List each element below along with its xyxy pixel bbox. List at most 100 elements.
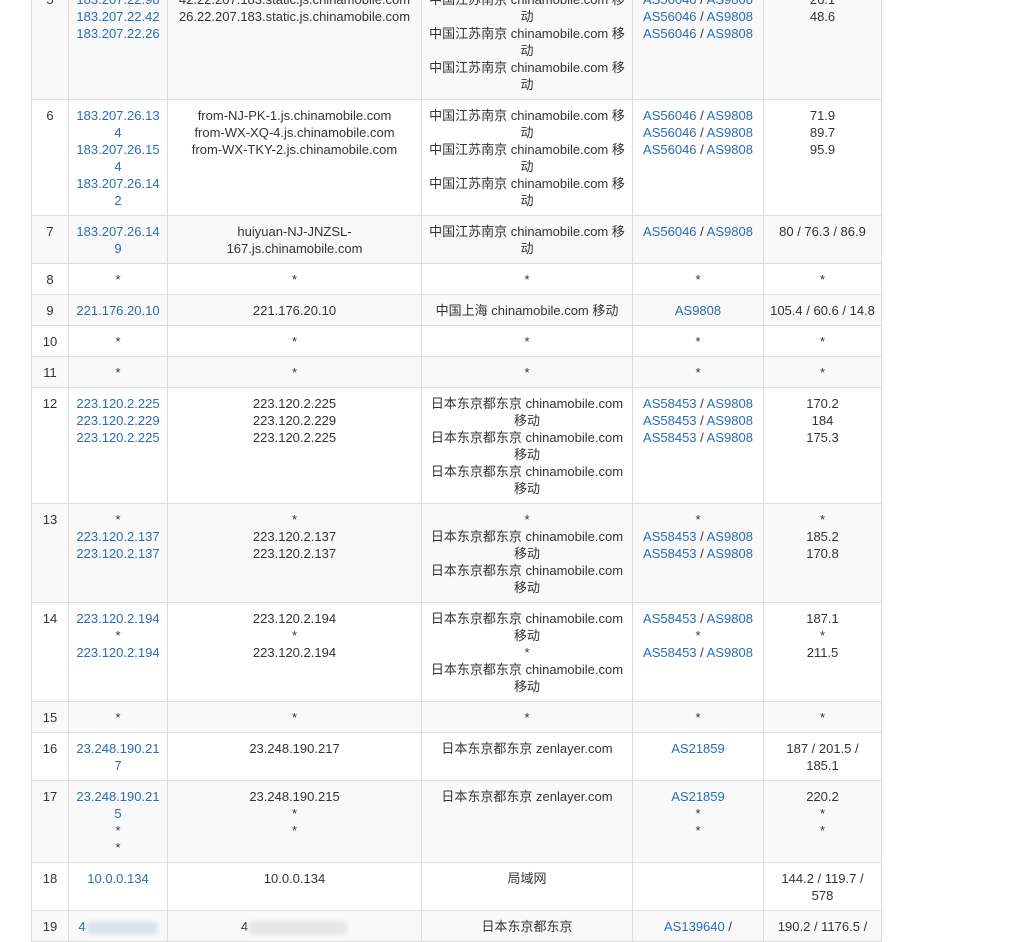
ip-link[interactable]: 221.176.20.10 [76, 303, 159, 318]
table-row: 17 23.248.190.215 * * 23.248.190.215 * * 日本东京都东… [31, 780, 882, 863]
as-link[interactable]: AS9808 [707, 413, 753, 428]
as-link[interactable]: AS9808 [707, 396, 753, 411]
hostname-line: huiyuan-NJ-JNZSL-167.js.chinamobile.com [174, 223, 415, 257]
as-link[interactable]: AS58453 [643, 645, 697, 660]
ip-link[interactable]: 183.207.22.42 [76, 9, 159, 24]
as-cell: AS56046 / AS9808AS56046 / AS9808AS56046 … [632, 0, 764, 100]
ip-line: * [75, 839, 161, 856]
as-link[interactable]: AS9808 [707, 0, 753, 7]
as-link[interactable]: AS9808 [675, 303, 721, 318]
as-link[interactable]: AS58453 [643, 396, 697, 411]
as-separator: / [696, 142, 707, 157]
hostname-line: 223.120.2.229 [174, 412, 415, 429]
ip-link[interactable]: 183.207.26.134 [76, 108, 159, 140]
as-link[interactable]: AS9808 [707, 108, 753, 123]
timeout-marker: * [695, 628, 701, 643]
ip-link[interactable]: 183.207.26.149 [76, 224, 159, 256]
hostname-cell: 23.248.190.217 [167, 732, 422, 781]
location-line: 中国江苏南京 chinamobile.com 移动 [429, 176, 625, 208]
as-line: AS21859 [639, 740, 757, 757]
as-link[interactable]: AS9808 [707, 224, 753, 239]
as-link[interactable]: AS58453 [643, 413, 697, 428]
hostname-cell: from-NJ-PK-1.js.chinamobile.com from-WX-X… [167, 99, 422, 216]
ip-link[interactable]: 223.120.2.194 [76, 645, 159, 660]
as-separator: / [696, 108, 707, 123]
as-link[interactable]: AS139640 [664, 919, 725, 934]
ip-line: * [75, 364, 161, 381]
latency-cell: * [763, 325, 882, 357]
table-row: 11 * * * * * [31, 356, 882, 388]
ip-link[interactable]: 4 [78, 919, 85, 934]
hostname-cell: 23.248.190.215 * * [167, 780, 422, 863]
as-cell: AS58453 / AS9808 AS58453 / AS9808 AS58453 … [632, 387, 764, 504]
as-separator: / [697, 0, 707, 7]
as-link[interactable]: AS9808 [707, 529, 753, 544]
latency-line: * [819, 823, 826, 838]
table-row: 16 23.248.190.217 23.248.190.217 日本东京都东京 ze… [31, 732, 882, 781]
as-link[interactable]: AS56046 [643, 142, 697, 157]
hostname: from-WX-TKY-2.js.chinamobile.com [191, 142, 398, 157]
table-row: 9 221.176.20.10 221.176.20.10 中国上海 chinamob… [31, 294, 882, 326]
hop-number: 12 [42, 396, 58, 411]
location-cell: 中国江苏南京 chinamobile.com 移动中国江苏南京 chinamob… [421, 99, 633, 216]
as-cell: AS21859 * * [632, 780, 764, 863]
ip-link[interactable]: 10.0.0.134 [87, 871, 148, 886]
as-separator: / [696, 396, 707, 411]
hop-number-cell: 17 [31, 780, 69, 863]
as-link[interactable]: AS21859 [671, 789, 725, 804]
as-separator: / [696, 430, 707, 445]
as-link[interactable]: AS9808 [707, 430, 753, 445]
as-link[interactable]: AS9808 [707, 9, 753, 24]
as-link[interactable]: AS9808 [707, 611, 753, 626]
ip-link[interactable]: 223.120.2.194 [76, 611, 159, 626]
as-link[interactable]: AS56046 [643, 0, 697, 7]
hop-number-cell: 5 [31, 0, 69, 100]
as-link[interactable]: AS56046 [643, 108, 697, 123]
ip-link[interactable]: 223.120.2.225 [76, 430, 159, 445]
ip-link[interactable]: 223.120.2.137 [76, 546, 159, 561]
ip-link[interactable]: 223.120.2.137 [76, 529, 159, 544]
as-link[interactable]: AS56046 [643, 125, 697, 140]
as-link[interactable]: AS58453 [643, 529, 697, 544]
as-link[interactable]: AS9808 [707, 142, 753, 157]
as-link[interactable]: AS9808 [707, 125, 753, 140]
ip-link[interactable]: 23.248.190.217 [76, 741, 159, 773]
latency-line: * [819, 512, 826, 527]
as-link[interactable]: AS9808 [707, 546, 753, 561]
ip-link[interactable]: 223.120.2.225 [76, 396, 159, 411]
ip-link[interactable]: 183.207.22.98 [76, 0, 159, 7]
hostname-cell: 223.120.2.225 223.120.2.229 223.120.2.225 [167, 387, 422, 504]
ip-link[interactable]: 183.207.26.154 [76, 142, 159, 174]
as-link[interactable]: AS56046 [643, 26, 697, 41]
as-link[interactable]: AS56046 [643, 224, 697, 239]
as-line: * [639, 709, 757, 726]
latency-line: 26.1 [770, 0, 875, 8]
hop-number: 11 [43, 365, 57, 380]
as-separator: / [696, 26, 707, 41]
as-link[interactable]: AS58453 [643, 546, 697, 561]
ip-line: * [75, 627, 161, 644]
as-link[interactable]: AS58453 [643, 430, 697, 445]
ip-link[interactable]: 223.120.2.229 [76, 413, 159, 428]
hop-number-cell: 10 [31, 325, 69, 357]
as-link[interactable]: AS9808 [707, 26, 753, 41]
hop-number-cell: 13 [31, 503, 69, 603]
ip-cell: * [68, 701, 168, 733]
as-line: * [639, 271, 757, 288]
ip-cell: 10.0.0.134 [68, 862, 168, 911]
location-line: 日本东京都东京 chinamobile.com 移动 [430, 430, 624, 462]
timeout-marker: * [695, 806, 701, 821]
location-line: 日本东京都东京 zenlayer.com [441, 789, 613, 804]
hostname-line: * [174, 271, 415, 288]
ip-link[interactable]: 183.207.22.26 [76, 26, 159, 41]
as-link[interactable]: AS56046 [643, 9, 697, 24]
latency-line: * [819, 806, 826, 821]
ip-link[interactable]: 23.248.190.215 [76, 789, 159, 821]
ip-link[interactable]: 183.207.26.142 [76, 176, 159, 208]
as-link[interactable]: AS9808 [707, 645, 753, 660]
as-link[interactable]: AS58453 [643, 611, 697, 626]
ip-line: 183.207.22.98 [75, 0, 161, 8]
latency-cell: 144.2 / 119.7 / 578 [763, 862, 882, 911]
as-separator: / [696, 529, 707, 544]
as-link[interactable]: AS21859 [671, 741, 725, 756]
